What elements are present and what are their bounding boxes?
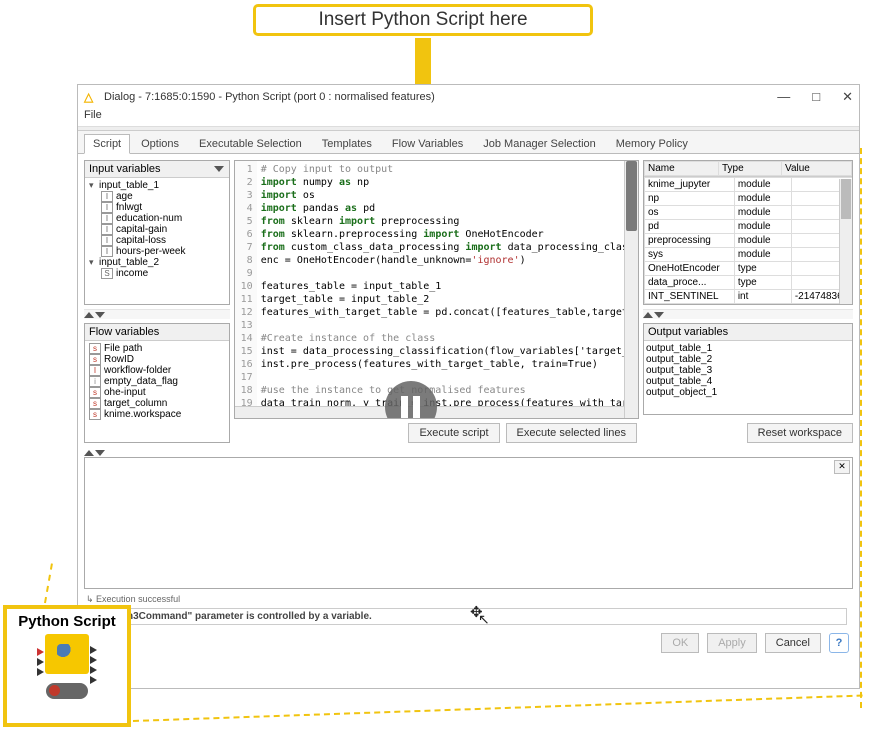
dash-connector [44,563,53,603]
table-row[interactable]: sysmodule [645,248,853,262]
cancel-button[interactable]: Cancel [765,633,821,653]
variables-table[interactable]: knime_jupytermodulenpmoduleosmodulepdmod… [644,177,852,304]
node-status-icon [46,683,88,699]
console-output[interactable]: ✕ [84,457,853,589]
tab-script[interactable]: Script [84,134,130,154]
maximize-button[interactable]: □ [812,89,820,105]
titlebar: Dialog - 7:1685:0:1590 - Python Script (… [78,85,859,109]
table-row[interactable]: data_proce...type [645,276,853,290]
warning-icon [84,90,98,104]
tab-options[interactable]: Options [132,134,188,153]
table-row[interactable]: pdmodule [645,220,853,234]
table-row[interactable]: OneHotEncodertype [645,262,853,276]
vars-col-name[interactable]: Name [645,162,719,176]
status-exec: Execution successful [96,594,180,604]
code-vscrollbar[interactable] [624,161,638,418]
help-icon[interactable]: ? [829,633,849,653]
list-item[interactable]: target_column [87,398,227,409]
list-item[interactable]: workflow-folder [87,365,227,376]
tab-templates[interactable]: Templates [313,134,381,153]
node-label: Python Script [9,613,125,630]
vars-vscrollbar[interactable] [839,179,852,304]
flow-variables-tree[interactable]: File pathRowIDworkflow-folderempty_data_… [85,341,229,442]
execute-script-button[interactable]: Execute script [408,423,499,443]
ok-button[interactable]: OK [661,633,699,653]
tab-memory[interactable]: Memory Policy [607,134,697,153]
tabs: Script Options Executable Selection Temp… [78,131,859,154]
vars-col-value[interactable]: Value [782,162,852,176]
reset-workspace-button[interactable]: Reset workspace [747,423,853,443]
flow-vars-title: Flow variables [85,324,229,341]
list-item[interactable]: output_object_1 [646,387,850,398]
node-icon [45,634,89,674]
window-title: Dialog - 7:1685:0:1590 - Python Script (… [104,91,435,103]
list-item[interactable]: knime.workspace [87,409,227,420]
tree-item[interactable]: hours-per-week [87,246,227,257]
menubar: File [78,109,859,127]
tree-item[interactable]: age [87,191,227,202]
list-item[interactable]: output_table_2 [646,354,850,365]
execute-selected-lines-button[interactable]: Execute selected lines [506,423,637,443]
list-item[interactable]: File path [87,343,227,354]
tree-item[interactable]: capital-gain [87,224,227,235]
table-row[interactable]: LONG_SENTINELint-922337203... [645,304,853,305]
list-item[interactable]: ohe-input [87,387,227,398]
callout-banner: Insert Python Script here [253,4,593,36]
close-button[interactable]: ✕ [842,89,853,105]
tree-item[interactable]: capital-loss [87,235,227,246]
python-script-node: Python Script [3,605,131,727]
console-clear-icon[interactable]: ✕ [834,460,850,474]
list-item[interactable]: output_table_3 [646,365,850,376]
move-cursor-icon [470,603,492,625]
tab-jobmgr[interactable]: Job Manager Selection [474,134,605,153]
tree-item[interactable]: ▾ input_table_1 [87,180,227,191]
list-item[interactable]: empty_data_flag [87,376,227,387]
input-variables-tree[interactable]: ▾ input_table_1agefnlwgteducation-numcap… [85,178,229,304]
code-editor[interactable]: 1 2 3 4 5 6 7 8 9 10 11 12 13 14 15 16 1… [234,160,639,419]
apply-button[interactable]: Apply [707,633,757,653]
list-item[interactable]: RowID [87,354,227,365]
table-row[interactable]: preprocessingmodule [645,234,853,248]
list-item[interactable]: output_table_1 [646,343,850,354]
tree-item[interactable]: fnlwgt [87,202,227,213]
menu-file[interactable]: File [84,109,102,121]
minimize-button[interactable]: — [777,89,790,105]
status-param-controlled: "python3Command" parameter is controlled… [95,611,372,622]
tab-exec-sel[interactable]: Executable Selection [190,134,311,153]
output-variables-list[interactable]: output_table_1output_table_2output_table… [644,341,852,414]
input-vars-title: Input variables [85,161,229,178]
dialog-window: Dialog - 7:1685:0:1590 - Python Script (… [77,84,860,689]
table-row[interactable]: knime_jupytermodule [645,178,853,192]
output-vars-title: Output variables [644,324,852,341]
dash-connector [860,148,862,708]
callout-text: Insert Python Script here [318,9,527,31]
list-item[interactable]: output_table_4 [646,376,850,387]
vars-col-type[interactable]: Type [719,162,782,176]
dash-connector [133,695,863,722]
tree-item[interactable]: income [87,268,227,279]
table-row[interactable]: npmodule [645,192,853,206]
tree-item[interactable]: ▾ input_table_2 [87,257,227,268]
tree-item[interactable]: education-num [87,213,227,224]
table-row[interactable]: INT_SENTINELint-2147483648 [645,290,853,304]
tab-flowvars[interactable]: Flow Variables [383,134,472,153]
table-row[interactable]: osmodule [645,206,853,220]
